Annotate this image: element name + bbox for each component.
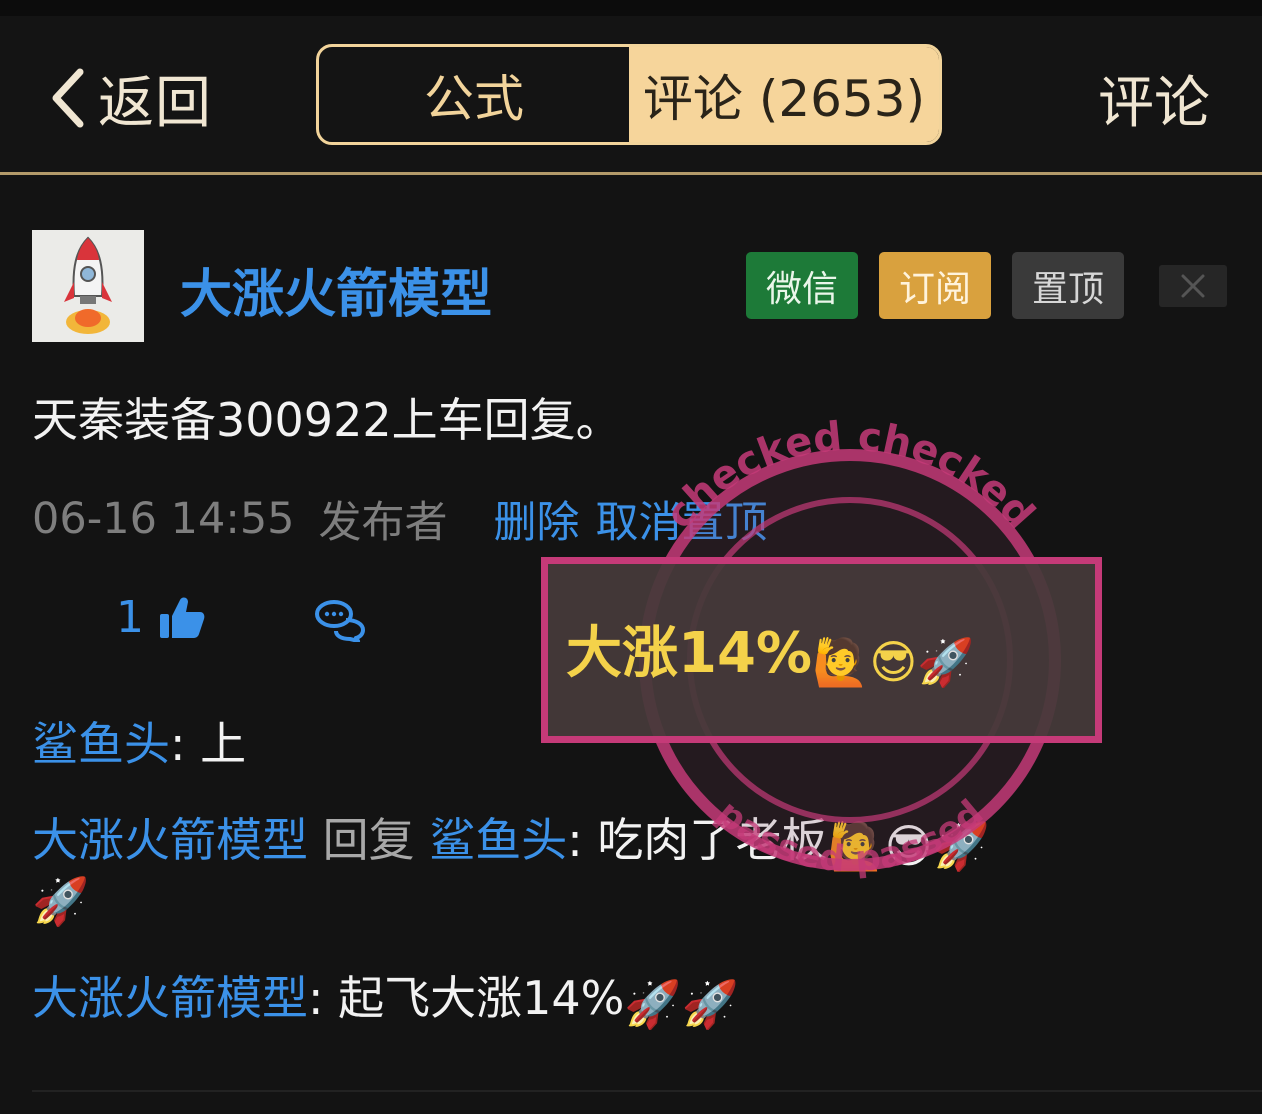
post-meta: 06-16 14:55 发布者 删除 取消置顶 <box>32 488 768 550</box>
section-divider <box>32 1090 1262 1092</box>
post-text: 天秦装备300922上车回复。 <box>32 393 622 447</box>
reply-text: 起飞大涨14% <box>338 971 625 1025</box>
author-name[interactable]: 大涨火箭模型 <box>180 252 492 327</box>
cool-emoji: 😎 <box>884 819 933 873</box>
wechat-button[interactable]: 微信 <box>746 252 858 319</box>
raise-hand-emoji: 🙋 <box>812 635 870 689</box>
publisher-label: 发布者 <box>318 498 448 548</box>
reply-item-continued: 🚀 <box>32 868 89 929</box>
tab-formula[interactable]: 公式 <box>319 47 629 142</box>
status-strip <box>0 0 1262 16</box>
rocket-emoji: 🚀 <box>681 977 739 1031</box>
raise-hand-emoji: 🙋 <box>827 819 885 873</box>
rocket-emoji: 🚀 <box>932 819 990 873</box>
comment-icon[interactable] <box>314 598 366 642</box>
like-count[interactable]: 1 <box>116 592 144 643</box>
rocket-avatar-icon <box>32 230 144 342</box>
reply-colon: : <box>170 717 201 771</box>
unpin-link[interactable]: 取消置顶 <box>596 488 768 550</box>
reply-item: 鲨鱼头: 上 <box>32 708 246 774</box>
reply-target-user[interactable]: 鲨鱼头 <box>429 813 567 867</box>
cool-emoji: 😎 <box>869 635 918 689</box>
thumbs-up-icon[interactable] <box>158 594 206 642</box>
subscribe-button[interactable]: 订阅 <box>879 252 991 319</box>
reply-colon: : <box>567 813 598 867</box>
rocket-emoji: 🚀 <box>917 635 975 689</box>
stamp-label: 大涨14% <box>566 621 813 686</box>
pin-button[interactable]: 置顶 <box>1012 252 1124 319</box>
back-label: 返回 <box>98 70 212 136</box>
reply-user[interactable]: 大涨火箭模型 <box>32 971 308 1025</box>
reply-user[interactable]: 鲨鱼头 <box>32 717 170 771</box>
comment-button[interactable]: 评论 <box>1098 60 1210 136</box>
reply-text: 上 <box>200 717 247 771</box>
back-chevron-icon <box>52 68 84 128</box>
reply-item: 大涨火箭模型 回复 鲨鱼头: 吃肉了老板🙋😎🚀 <box>32 804 990 874</box>
reply-text: 吃肉了老板 <box>597 813 828 867</box>
back-button[interactable]: 返回 <box>48 60 212 136</box>
close-button[interactable] <box>1159 265 1227 307</box>
reply-item: 大涨火箭模型: 起飞大涨14%🚀🚀 <box>32 962 739 1032</box>
reply-user[interactable]: 大涨火箭模型 <box>32 813 308 867</box>
reply-word: 回复 <box>308 813 430 867</box>
delete-link[interactable]: 删除 <box>494 488 580 550</box>
rocket-emoji: 🚀 <box>32 874 90 928</box>
segment-control: 公式 评论 (2653) <box>316 44 942 145</box>
reply-colon: : <box>308 971 339 1025</box>
avatar[interactable] <box>32 230 144 342</box>
rocket-emoji: 🚀 <box>624 977 682 1031</box>
post-timestamp: 06-16 14:55 <box>32 494 295 544</box>
header-divider <box>0 172 1262 175</box>
tab-comments[interactable]: 评论 (2653) <box>629 47 939 142</box>
close-icon <box>1181 274 1205 298</box>
stamp-text: 大涨14%🙋😎🚀 <box>566 608 975 690</box>
